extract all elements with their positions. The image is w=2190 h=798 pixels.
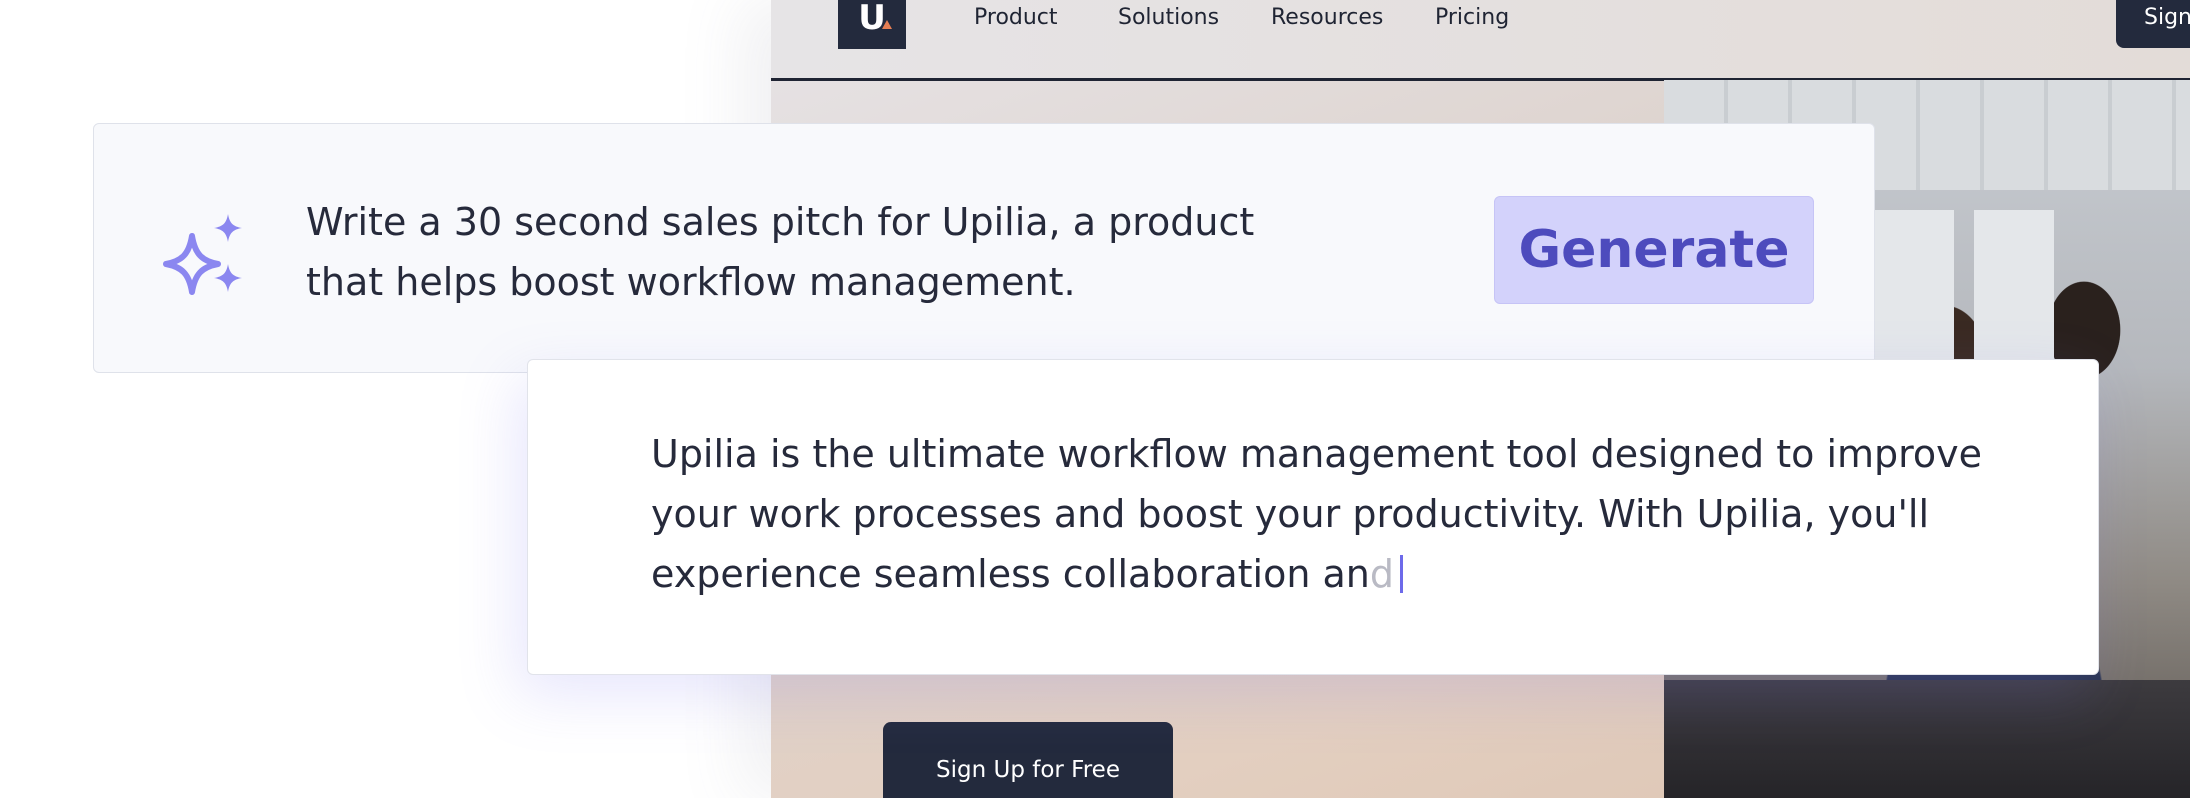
prompt-input[interactable]: Write a 30 second sales pitch for Upilia… xyxy=(306,192,1306,312)
generate-button[interactable]: Generate xyxy=(1494,196,1814,304)
nav-product[interactable]: Product xyxy=(974,5,1058,30)
nav-solutions[interactable]: Solutions xyxy=(1118,5,1219,30)
site-logo[interactable]: U xyxy=(838,0,906,49)
photo-table xyxy=(1664,680,2190,798)
logo-letter: U xyxy=(858,0,886,38)
generated-text[interactable]: Upilia is the ultimate workflow manageme… xyxy=(651,424,1991,604)
nav-pricing[interactable]: Pricing xyxy=(1435,5,1509,30)
nav-resources[interactable]: Resources xyxy=(1271,5,1383,30)
generated-text-fading: d xyxy=(1369,552,1394,596)
site-navbar: U Product Solutions Resources Pricing Si… xyxy=(771,0,2190,81)
sparkle-icon xyxy=(163,214,242,295)
prompt-card: Write a 30 second sales pitch for Upilia… xyxy=(93,123,1875,373)
sign-up-free-button[interactable]: Sign Up for Free xyxy=(883,722,1173,798)
sign-in-button[interactable]: Sign xyxy=(2116,0,2190,48)
text-caret xyxy=(1399,555,1403,593)
logo-triangle-icon xyxy=(882,20,892,29)
generated-output-card: Upilia is the ultimate workflow manageme… xyxy=(527,359,2099,675)
generated-text-body: Upilia is the ultimate workflow manageme… xyxy=(651,432,1983,596)
